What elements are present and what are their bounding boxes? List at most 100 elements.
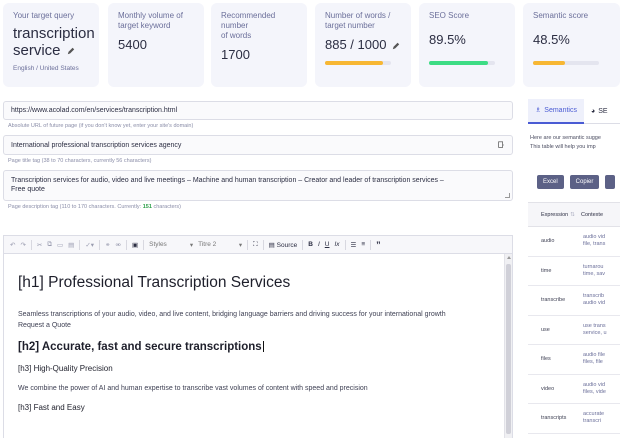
row-context-line1: transcrib [583,293,605,300]
excel-button[interactable]: Excel [537,175,564,189]
row-context-line2: transcri [583,418,602,425]
more-button[interactable] [605,175,616,189]
table-row[interactable]: transcribe transcrib audio vid [528,286,620,316]
pencil-icon[interactable] [392,42,400,50]
numbered-list-icon[interactable]: ☰ [351,241,357,249]
row-expression: video [541,385,555,392]
tab-semantics[interactable]: ♗ Semantics [528,99,584,124]
row-expression: time [541,267,552,274]
title-help: Page title tag (38 to 70 characters, cur… [8,158,513,164]
title-input-value: International professional transcription… [11,141,182,149]
editor-h2-text: [h2] Accurate, fast and secure transcrip… [18,341,262,353]
editor-content[interactable]: [h1] Professional Transcription Services… [4,254,504,438]
kpi-cards: Your target query transcription service … [0,0,620,92]
spellcheck-icon[interactable]: ✓▾ [85,241,94,249]
row-expression: use [541,326,550,333]
table-header: Expression ⇅ Contexte [528,202,620,227]
row-context: audio vid files, vide [583,382,606,396]
description-line2: Free quote [11,186,45,193]
table-row[interactable]: video audio vid files, vide [528,375,620,404]
tab-semantics-label: Semantics [544,106,577,114]
format-dropdown[interactable]: Titre 2 ▾ [198,241,242,249]
row-context: audio file files, file [583,352,605,366]
scrollbar-thumb[interactable] [506,264,511,434]
table-row[interactable]: time turnarou time, sav [528,257,620,286]
row-context: audio vid file, trans [583,234,605,248]
rich-text-editor: ↶ ↷ ✂ ⧉ ▭ ▤ ✓▾ ⚭ ⚮ ▣ Styles ▾ Titre 2 ▾ ⛶ … [3,235,513,438]
word-count-value[interactable]: 885 / 1000 [325,37,401,52]
toolbar-divider [370,239,372,250]
table-row[interactable]: transcripts accurate transcri [528,404,620,434]
chevron-down-icon: ▾ [189,241,194,249]
link-icon[interactable]: ⚭ [105,241,110,249]
word-count-label: Number of words / target number [325,11,401,31]
row-context: transcrib audio vid [583,293,605,307]
editor-scrollbar[interactable] [504,254,512,438]
row-context-line1: audio vid [583,234,606,241]
blockquote-button[interactable]: ” [376,240,381,250]
title-input[interactable]: International professional transcription… [3,135,513,155]
col-expression-label: Expression [541,211,569,218]
redo-icon[interactable]: ↷ [20,241,25,249]
bold-button[interactable]: B [308,241,313,248]
word-count-text: 885 / 1000 [325,37,387,52]
paste-icon[interactable]: ▭ [57,241,63,249]
maximize-icon[interactable]: ⛶ [253,241,258,249]
table-row[interactable]: use use trans service, u [528,316,620,345]
col-expression[interactable]: Expression ⇅ [528,212,575,218]
unlink-icon[interactable]: ⚮ [116,241,121,249]
description-textarea[interactable]: Transcription services for audio, video … [3,170,513,201]
target-query-card: Your target query transcription service … [3,3,99,87]
url-input[interactable]: https://www.acolad.com/en/services/trans… [3,101,513,120]
editor-toolbar: ↶ ↷ ✂ ⧉ ▭ ▤ ✓▾ ⚭ ⚮ ▣ Styles ▾ Titre 2 ▾ ⛶ … [4,236,512,254]
copy-paste-icon[interactable] [497,141,505,149]
copy-button[interactable]: Copier [569,175,600,189]
description-help-count: 151 [142,204,152,210]
recommended-words-label-line1: Recommended number [221,11,276,30]
undo-icon[interactable]: ↶ [10,241,15,249]
recommended-words-label-line2: of words [221,31,252,40]
description-help-prefix: Page description tag (110 to 170 charact… [8,204,143,210]
styles-dropdown[interactable]: Styles ▾ [149,241,193,249]
source-button[interactable]: ▤ Source [269,241,298,249]
col-context[interactable]: Contexte [575,212,603,218]
table-row[interactable]: files audio file files, file [528,345,620,375]
row-expression: audio [541,238,555,245]
pencil-icon[interactable] [67,47,75,55]
format-dropdown-label: Titre 2 [198,240,217,248]
table-row[interactable]: audio audio vid file, trans [528,227,620,257]
cut-icon[interactable]: ✂ [37,241,42,249]
remove-format-button[interactable]: Ix [334,241,339,248]
row-expression: files [541,356,551,363]
copy-icon[interactable]: ⧉ [47,241,52,249]
row-context-line1: turnarou [583,263,604,270]
seo-score-label: SEO Score [429,11,470,20]
editor-h2: [h2] Accurate, fast and secure transcrip… [18,341,490,353]
paste-text-icon[interactable]: ▤ [68,241,74,249]
target-query-value[interactable]: transcription service [13,25,95,59]
resize-handle[interactable] [505,193,510,198]
row-context-line2: files, vide [583,388,606,395]
toolbar-divider [99,239,101,250]
description-help: Page description tag (110 to 170 charact… [8,204,513,210]
target-locale: English / United States [13,65,79,72]
row-context-line2: service, u [583,329,607,336]
monthly-volume-label-line2: target keyword [118,21,171,30]
editor-h1: [h1] Professional Transcription Services [18,274,291,291]
seo-score-value: 89.5% [429,32,466,47]
word-count-card: Number of words / target number 885 / 10… [315,3,411,87]
tab-seo[interactable]: ◕ SE [584,99,615,124]
toolbar-divider [344,239,346,250]
word-count-label-line2: target number [325,21,375,30]
bulleted-list-icon[interactable]: ≡ [361,241,365,248]
row-context-line2: file, trans [583,241,606,248]
row-context-line1: accurate [583,411,605,418]
image-icon[interactable]: ▣ [132,241,138,249]
row-context-line1: audio file [583,352,606,359]
toolbar-divider [247,239,249,250]
italic-button[interactable]: I [318,241,320,248]
tab-seo-label: SE [598,107,608,115]
scroll-up-icon[interactable] [507,256,511,259]
recommended-words-card: Recommended number of words 1700 [211,3,307,87]
underline-button[interactable]: U [325,241,330,248]
